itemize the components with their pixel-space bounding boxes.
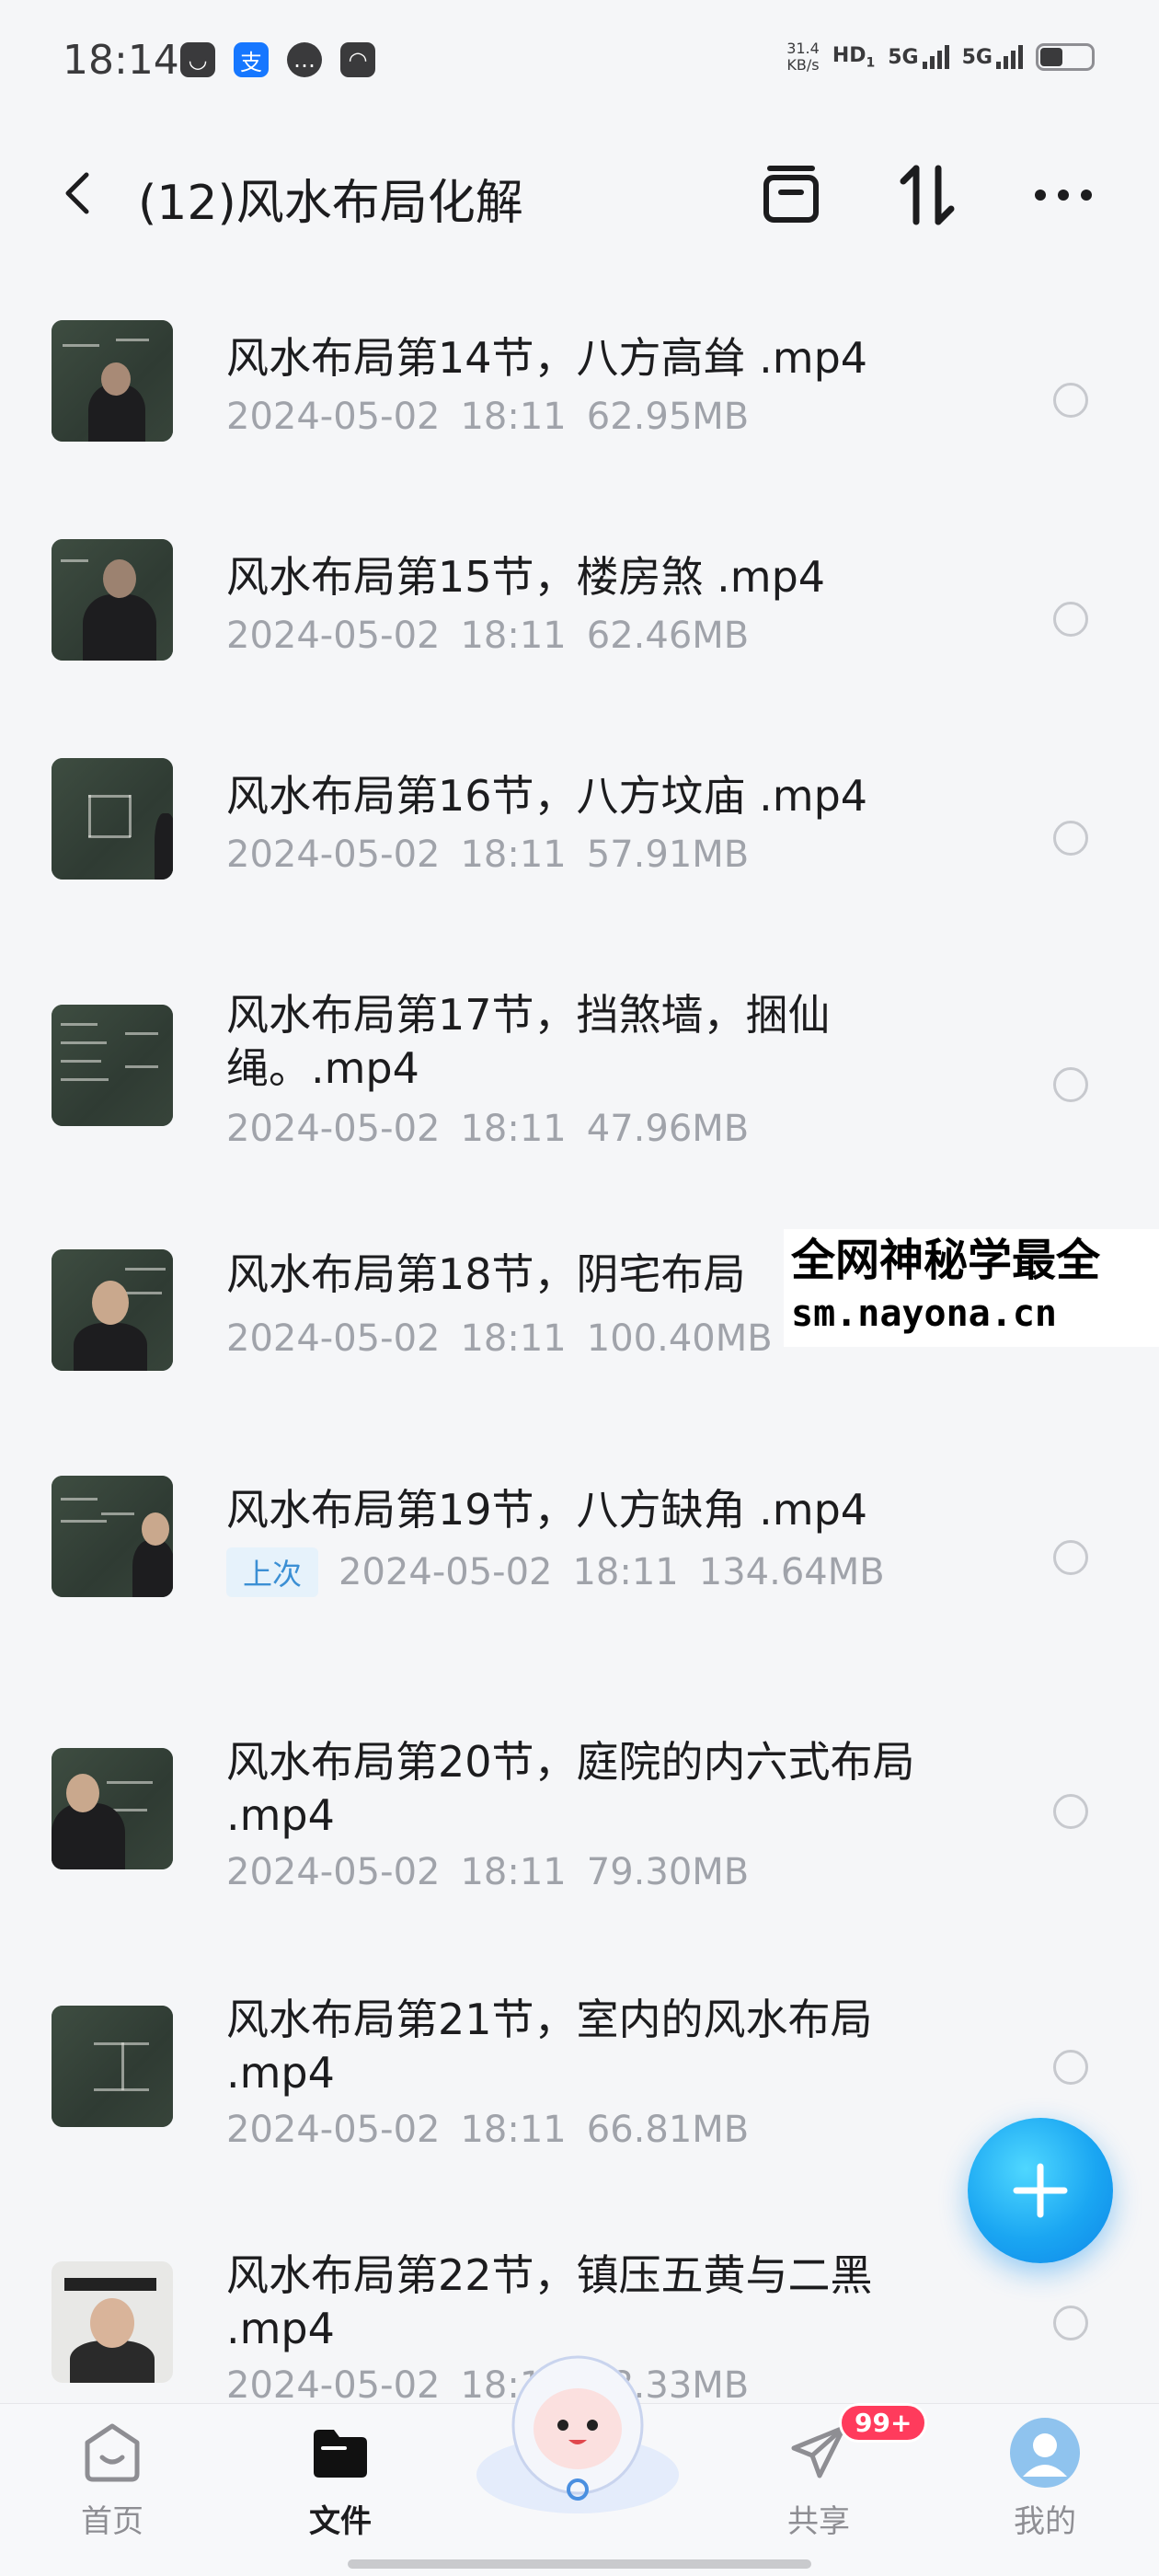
more-button[interactable]: [1027, 158, 1100, 232]
app-notification-icon: ◡: [180, 42, 215, 77]
video-thumbnail: [52, 1748, 173, 1869]
signal-bars-icon-2: [996, 45, 1023, 69]
share-badge: 99+: [839, 2403, 928, 2443]
file-row[interactable]: 风水布局第17节，挡煞墙，捆仙绳。.mp4 2024-05-02 18:11 47.…: [0, 942, 1159, 1216]
select-radio[interactable]: [1053, 2050, 1088, 2085]
file-meta: 2024-05-02 18:11 79.30MB: [226, 1851, 750, 1893]
select-radio[interactable]: [1053, 1067, 1088, 1102]
video-thumbnail: [52, 1476, 173, 1597]
file-row[interactable]: 风水布局第16节，八方坟庙 .mp4 2024-05-02 18:11 57.91M…: [0, 723, 1159, 942]
page-title: (12)风水布局化解: [138, 176, 523, 231]
sort-icon: [900, 165, 955, 225]
file-name: 风水布局第19节，八方缺角 .mp4: [226, 1485, 868, 1535]
app-notification-icon-2: ◠: [340, 42, 375, 77]
chat-icon: …: [287, 42, 322, 77]
file-name: 风水布局第14节，八方高耸 .mp4: [226, 333, 868, 383]
header: (12)风水布局化解: [0, 138, 1159, 248]
video-thumbnail: [52, 1249, 173, 1371]
signal-2: 5G: [962, 45, 1023, 69]
folder-icon: [308, 2421, 373, 2485]
back-button[interactable]: [52, 166, 107, 221]
last-played-tag: 上次: [226, 1547, 319, 1597]
home-icon: [80, 2421, 144, 2485]
select-radio[interactable]: [1053, 1794, 1088, 1829]
network-speed: 31.4 KB/s: [786, 40, 820, 74]
mascot-icon: [476, 2355, 679, 2513]
add-button[interactable]: [968, 2118, 1113, 2263]
file-row[interactable]: 风水布局第14节，八方高耸 .mp4 2024-05-02 18:11 62.95M…: [0, 285, 1159, 504]
file-name: 风水布局第15节，楼房煞 .mp4: [226, 552, 826, 602]
signal-bars-icon: [922, 45, 949, 69]
avatar-icon: [1010, 2418, 1080, 2488]
status-app-icons: ◡ 支 … ◠: [180, 42, 375, 77]
video-thumbnail: [52, 539, 173, 661]
select-radio[interactable]: [1053, 1540, 1088, 1575]
more-dots-icon: [1035, 190, 1092, 201]
select-radio[interactable]: [1053, 602, 1088, 637]
signal-1: 5G: [888, 45, 949, 69]
file-name: 风水布局第17节，挡煞墙，捆仙绳。.mp4: [226, 990, 831, 1093]
select-all-button[interactable]: [754, 158, 828, 232]
file-meta: 2024-05-02 18:11 66.81MB: [226, 2109, 750, 2151]
file-meta: 上次 2024-05-02 18:11 134.64MB: [226, 1547, 885, 1597]
video-thumbnail: [52, 2006, 173, 2127]
archive-icon: [763, 166, 819, 223]
nav-mine[interactable]: 我的: [981, 2418, 1109, 2541]
file-meta: 2024-05-02 18:11 62.95MB: [226, 396, 750, 438]
file-meta: 2024-05-02 18:11 62.46MB: [226, 615, 750, 657]
nav-files[interactable]: 文件: [276, 2421, 405, 2541]
nav-home[interactable]: 首页: [48, 2421, 177, 2541]
file-row[interactable]: 风水布局第15节，楼房煞 .mp4 2024-05-02 18:11 62.46MB: [0, 504, 1159, 723]
home-indicator: [348, 2559, 811, 2569]
file-name: 风水布局第20节，庭院的内六式布局 .mp4: [226, 1737, 915, 1840]
file-meta: 2024-05-02 18:11 47.96MB: [226, 1108, 750, 1150]
file-name: 风水布局第21节，室内的风水布局 .mp4: [226, 1995, 873, 2098]
mascot-button[interactable]: [467, 2337, 688, 2521]
sort-button[interactable]: [890, 158, 964, 232]
select-radio[interactable]: [1053, 2306, 1088, 2340]
alipay-icon: 支: [234, 42, 269, 77]
file-name: 风水布局第16节，八方坟庙 .mp4: [226, 771, 868, 821]
video-thumbnail: [52, 320, 173, 442]
plus-icon: [1013, 2163, 1068, 2218]
status-bar: 18:14 ◡ 支 … ◠ 31.4 KB/s HD1 5G 5G: [0, 0, 1159, 120]
select-radio[interactable]: [1053, 821, 1088, 856]
battery-icon: [1036, 43, 1095, 71]
video-thumbnail: [52, 758, 173, 880]
hd-indicator: HD1: [832, 43, 876, 71]
file-row[interactable]: 风水布局第19节，八方缺角 .mp4 上次 2024-05-02 18:11 134…: [0, 1446, 1159, 1689]
select-radio[interactable]: [1053, 383, 1088, 418]
status-indicators: 31.4 KB/s HD1 5G 5G: [786, 40, 1095, 74]
file-list: 风水布局第14节，八方高耸 .mp4 2024-05-02 18:11 62.95M…: [0, 285, 1159, 2458]
file-meta: 2024-05-02 18:11 100.40MB: [226, 1317, 773, 1360]
watermark-overlay: 全网神秘学最全 sm.nayona.cn: [784, 1229, 1159, 1347]
video-thumbnail: [52, 1005, 173, 1126]
chevron-left-icon: [65, 172, 89, 214]
video-thumbnail: [52, 2261, 173, 2383]
file-row[interactable]: 风水布局第20节，庭院的内六式布局 .mp4 2024-05-02 18:11 79…: [0, 1689, 1159, 1947]
file-meta: 2024-05-02 18:11 57.91MB: [226, 834, 750, 876]
status-time: 18:14: [63, 37, 179, 84]
